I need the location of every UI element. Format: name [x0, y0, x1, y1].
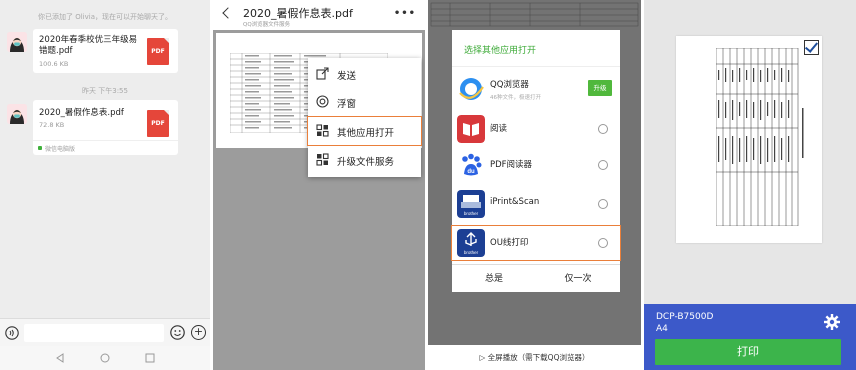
app-option-iprint-scan[interactable]: brother iPrint&Scan	[452, 187, 620, 221]
play-icon: ▷	[479, 353, 486, 362]
file-name: 2020_暑假作息表.pdf	[39, 108, 124, 118]
send-icon	[316, 67, 329, 80]
viewer-title: 2020_暑假作息表.pdf	[243, 7, 353, 20]
upgrade-icon	[316, 153, 329, 166]
fullscreen-label: 全屏播放（需下载QQ浏览器）	[487, 353, 590, 362]
app-option-qq-browser[interactable]: QQ浏览器 46种文件，极速打开 升级	[452, 72, 620, 106]
baidu-paw-icon: du	[457, 151, 485, 179]
svg-text:du: du	[467, 169, 475, 175]
apps-grid-icon	[316, 124, 329, 137]
app-option-pdf-reader[interactable]: du PDF阅读器	[452, 148, 620, 182]
printer-name: DCP-B7500D	[656, 312, 714, 322]
document-area: 发送 浮窗 其他应用打开 升级文件服务	[213, 30, 425, 370]
pdf-file-icon: PDF	[147, 38, 169, 65]
float-window-icon	[316, 95, 329, 108]
add-icon[interactable]: +	[191, 325, 206, 340]
app-radio[interactable]	[598, 199, 608, 209]
system-message: 你已添加了 Olivia，现在可以开始聊天了。	[37, 13, 172, 21]
file-size: 72.8 KB	[39, 121, 65, 129]
page-select-checkbox[interactable]	[804, 40, 819, 55]
dialog-title: 选择其他应用打开	[464, 46, 537, 56]
file-size: 100.6 KB	[39, 60, 69, 68]
message-input[interactable]	[24, 324, 164, 342]
brother-iprint-icon: brother	[457, 190, 485, 218]
brother-usb-icon: brother	[457, 229, 485, 257]
app-radio[interactable]	[598, 238, 608, 248]
upgrade-button[interactable]: 升级	[588, 80, 612, 96]
more-dots-icon[interactable]: •••	[394, 8, 416, 19]
file-name: 2020年春季校优三年级易错题.pdf	[39, 35, 138, 56]
fullscreen-bar[interactable]: ▷ 全屏播放（需下载QQ浏览器）	[428, 345, 641, 370]
app-subtitle: 46种文件，极速打开	[490, 95, 541, 101]
back-icon[interactable]	[222, 7, 234, 19]
app-chooser-panel: 选择其他应用打开 QQ浏览器 46种文件，极速打开 升级 阅读 du PDF阅读…	[428, 0, 641, 370]
app-name: 阅读	[490, 124, 508, 134]
source-label: 微信电脑版	[33, 140, 178, 154]
rotated-table-image	[716, 48, 804, 226]
menu-item-label: 发送	[337, 71, 357, 82]
app-option-reader[interactable]: 阅读	[452, 112, 620, 146]
avatar[interactable]	[7, 32, 27, 52]
input-bar: +	[0, 318, 210, 346]
home-nav-icon[interactable]	[100, 353, 110, 363]
back-nav-icon[interactable]	[55, 353, 65, 363]
avatar[interactable]	[7, 104, 27, 124]
print-button[interactable]: 打印	[655, 339, 841, 365]
menu-item-send[interactable]: 发送	[308, 60, 421, 88]
menu-item-label: 升级文件服务	[337, 157, 395, 168]
dialog-footer: 总是 仅一次	[452, 264, 620, 292]
menu-item-open-with-other-app[interactable]: 其他应用打开	[307, 116, 422, 146]
print-bar: DCP-B7500D A4 打印	[644, 304, 856, 370]
menu-item-label: 其他应用打开	[337, 128, 395, 139]
print-page-preview	[676, 36, 822, 243]
app-radio[interactable]	[598, 124, 608, 134]
document-preview-image	[430, 2, 639, 27]
chat-panel: 你已添加了 Olivia，现在可以开始聊天了。 2020年春季校优三年级易错题.…	[0, 0, 210, 370]
pdf-file-icon: PDF	[147, 110, 169, 137]
app-name: OU线打印	[490, 238, 529, 248]
just-once-button[interactable]: 仅一次	[536, 265, 620, 293]
divider	[452, 66, 620, 67]
gear-icon[interactable]	[824, 314, 840, 330]
file-message[interactable]: 2020_暑假作息表.pdf 72.8 KB PDF 微信电脑版	[33, 100, 178, 155]
more-menu: 发送 浮窗 其他应用打开 升级文件服务	[307, 58, 422, 177]
print-preview-panel: DCP-B7500D A4 打印	[644, 0, 856, 370]
open-with-dialog: 选择其他应用打开 QQ浏览器 46种文件，极速打开 升级 阅读 du PDF阅读…	[451, 30, 621, 292]
android-nav-bar	[0, 346, 210, 370]
app-name: PDF阅读器	[490, 160, 533, 170]
paper-size: A4	[656, 324, 668, 334]
qq-browser-icon	[459, 78, 484, 100]
recents-nav-icon[interactable]	[145, 353, 155, 363]
menu-item-label: 浮窗	[337, 99, 357, 110]
app-radio[interactable]	[598, 160, 608, 170]
brand-label: brother	[464, 250, 479, 255]
app-option-ou-print[interactable]: brother OU线打印	[451, 225, 621, 261]
file-message[interactable]: 2020年春季校优三年级易错题.pdf 100.6 KB PDF	[33, 29, 178, 73]
pdf-viewer-panel: 2020_暑假作息表.pdf QQ浏览器文件服务 ••• 发送 浮窗 其他应用打…	[213, 0, 425, 370]
viewer-header: 2020_暑假作息表.pdf QQ浏览器文件服务 •••	[213, 0, 425, 30]
always-button[interactable]: 总是	[452, 265, 536, 293]
emoji-icon[interactable]	[170, 325, 185, 340]
printer-info[interactable]: DCP-B7500D A4	[656, 311, 713, 335]
menu-item-upgrade-file-service[interactable]: 升级文件服务	[308, 146, 421, 174]
voice-icon[interactable]	[5, 326, 19, 340]
app-name: iPrint&Scan	[490, 197, 540, 207]
timestamp: 昨天 下午3:55	[82, 87, 128, 95]
viewer-subtitle: QQ浏览器文件服务	[243, 22, 291, 28]
brand-label: brother	[464, 211, 479, 216]
reader-book-icon	[457, 115, 485, 143]
app-name: QQ浏览器	[490, 80, 529, 90]
menu-item-float-window[interactable]: 浮窗	[308, 88, 421, 116]
